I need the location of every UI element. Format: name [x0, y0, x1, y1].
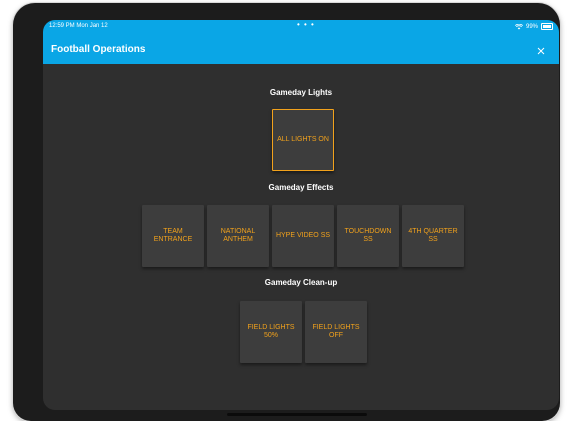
fourth-quarter-button[interactable]: 4TH QUARTER SS — [402, 205, 464, 267]
page-title: Football Operations — [51, 44, 146, 55]
field-lights-off-button[interactable]: FIELD LIGHTS OFF — [305, 301, 367, 363]
status-right: 99% — [514, 23, 553, 30]
section-title-gameday-cleanup: Gameday Clean-up — [264, 278, 338, 287]
national-anthem-button[interactable]: NATIONAL ANTHEM — [207, 205, 269, 267]
field-lights-50-button[interactable]: FIELD LIGHTS 50% — [240, 301, 302, 363]
section-title-gameday-effects: Gameday Effects — [268, 183, 334, 192]
battery-percent: 99% — [525, 23, 538, 30]
close-button[interactable] — [533, 42, 549, 60]
close-icon — [537, 47, 545, 55]
multitasking-dots[interactable]: • • • — [297, 20, 315, 29]
ipad-frame: 12:59 PM Mon Jan 12 • • • 99% Football O… — [13, 3, 560, 421]
all-lights-on-button[interactable]: ALL LIGHTS ON — [272, 109, 334, 171]
touchdown-button[interactable]: TOUCHDOWN SS — [337, 205, 399, 267]
battery-icon — [541, 23, 553, 30]
team-entrance-button[interactable]: TEAM ENTRANCE — [142, 205, 204, 267]
status-bar: 12:59 PM Mon Jan 12 • • • 99% — [43, 20, 559, 39]
app-header: Football Operations — [43, 39, 559, 64]
app-screen: 12:59 PM Mon Jan 12 • • • 99% Football O… — [43, 20, 559, 410]
wifi-icon — [514, 23, 523, 29]
hype-video-button[interactable]: HYPE VIDEO SS — [272, 205, 334, 267]
status-time: 12:59 PM Mon Jan 12 — [49, 23, 108, 29]
section-title-gameday-lights: Gameday Lights — [269, 88, 333, 97]
home-indicator — [227, 413, 367, 416]
